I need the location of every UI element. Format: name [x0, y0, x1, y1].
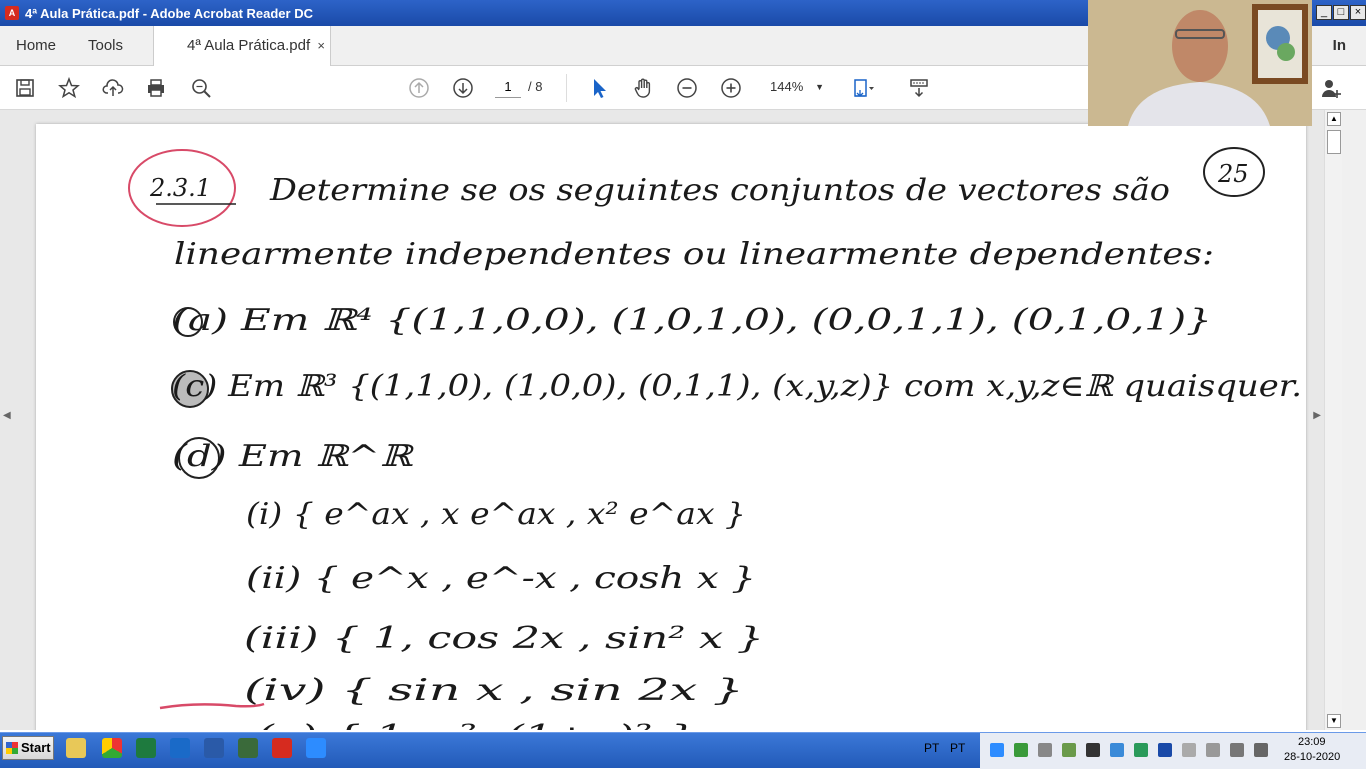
right-pane — [1342, 110, 1366, 730]
windows-logo-icon — [6, 742, 18, 754]
maximize-button[interactable]: □ — [1333, 5, 1349, 20]
excel-icon[interactable] — [136, 738, 156, 758]
volume-icon[interactable] — [1254, 743, 1268, 757]
exercise-number: 2.3.1 — [149, 174, 211, 202]
monitor-tray-icon[interactable] — [1086, 743, 1100, 757]
close-tab-icon[interactable]: × — [317, 26, 325, 66]
upload-cloud-icon[interactable] — [100, 75, 126, 101]
item-d-iv: (iv) { sin x , sin 2x } — [244, 673, 744, 708]
cloud-tray-icon[interactable] — [1110, 743, 1124, 757]
clock-time[interactable]: 23:09 — [1298, 736, 1326, 748]
add-user-icon[interactable] — [1318, 75, 1344, 101]
page-total: / 8 — [528, 79, 543, 94]
select-cursor-icon[interactable] — [586, 75, 612, 101]
vertical-scrollbar[interactable]: ▲ ▼ — [1324, 110, 1342, 730]
zoom-tray-icon[interactable] — [990, 743, 1004, 757]
green-app-tray-icon[interactable] — [1014, 743, 1028, 757]
page-marker: 25 — [1217, 160, 1249, 188]
network-tray-icon[interactable] — [1038, 743, 1052, 757]
tray-app-icon[interactable] — [1062, 743, 1076, 757]
save-icon[interactable] — [12, 75, 38, 101]
file-explorer-icon[interactable] — [66, 738, 86, 758]
previous-page-icon[interactable] — [406, 75, 432, 101]
item-d-i: (i) { e^ax , x e^ax , x² e^ax } — [246, 497, 746, 532]
search-zoom-icon[interactable] — [188, 75, 214, 101]
minimize-button[interactable]: _ — [1316, 5, 1332, 20]
right-panel-toggle-icon[interactable]: ▶ — [1313, 410, 1321, 421]
bluetooth-icon[interactable] — [1158, 743, 1172, 757]
zoom-level-dropdown[interactable]: 144% ▼ — [758, 76, 830, 98]
zoom-app-icon[interactable] — [306, 738, 326, 758]
tab-document[interactable]: 4ª Aula Prática.pdf × — [153, 26, 331, 66]
bookmark-star-icon[interactable] — [56, 75, 82, 101]
screen-recorder-icon[interactable] — [238, 738, 258, 758]
zoom-out-icon[interactable] — [674, 75, 700, 101]
close-window-button[interactable]: × — [1350, 5, 1366, 20]
taskbar: Start PT PT 23:09 28-10-2020 — [0, 732, 1366, 769]
zoom-level-value: 144% — [770, 79, 804, 94]
scroll-down-icon[interactable]: ▼ — [1327, 714, 1341, 728]
item-d-v: (v) { 1, x², (1+x)² } — [256, 719, 696, 730]
zoom-in-icon[interactable] — [718, 75, 744, 101]
left-panel-toggle-icon[interactable]: ◀ — [3, 410, 11, 421]
pdf-page: 2.3.1 25 Determine se os seguintes conju… — [36, 124, 1306, 730]
tab-document-label: 4ª Aula Prática.pdf — [187, 37, 311, 54]
outlook-icon[interactable] — [170, 738, 190, 758]
clock-date[interactable]: 28-10-2020 — [1284, 751, 1340, 763]
problem-line-1: Determine se os seguintes conjuntos de v… — [269, 173, 1170, 208]
problem-line-2: linearmente independentes ou linearmente… — [174, 237, 1214, 272]
flag-tray-icon[interactable] — [1182, 743, 1196, 757]
chevron-down-icon: ▼ — [815, 82, 824, 92]
print-icon[interactable] — [143, 75, 169, 101]
next-page-icon[interactable] — [450, 75, 476, 101]
acrobat-icon: A — [5, 6, 19, 20]
webcam-video — [1088, 0, 1312, 126]
item-d-iii: (iii) { 1, cos 2x , sin² x } — [244, 621, 764, 656]
keyboard-indicator[interactable]: PT — [950, 741, 965, 755]
scroll-up-icon[interactable]: ▲ — [1327, 112, 1341, 126]
acrobat-taskbar-icon[interactable] — [272, 738, 292, 758]
tab-tools[interactable]: Tools — [88, 26, 123, 66]
item-a: (a) Em ℝ⁴ {(1,1,0,0), (1,0,1,0), (0,0,1,… — [172, 303, 1212, 338]
item-c: (c) Em ℝ³ {(1,1,0), (1,0,0), (0,1,1), (x… — [172, 369, 1302, 404]
signal-icon[interactable] — [1230, 743, 1244, 757]
toolbar-divider — [566, 74, 567, 102]
window-controls: _ □ × — [1315, 5, 1366, 20]
hand-tool-icon[interactable] — [630, 75, 656, 101]
item-d: (d) Em ℝ^ℝ — [172, 439, 415, 474]
fit-page-icon[interactable] — [850, 75, 876, 101]
start-button[interactable]: Start — [2, 736, 54, 760]
sync-tray-icon[interactable] — [1134, 743, 1148, 757]
scroll-mode-icon[interactable] — [906, 75, 932, 101]
scrollbar-thumb[interactable] — [1327, 130, 1341, 154]
page-number-input[interactable] — [495, 76, 521, 98]
chrome-icon[interactable] — [102, 738, 122, 758]
word-icon[interactable] — [204, 738, 224, 758]
sign-in-link[interactable]: In — [1333, 26, 1346, 66]
document-viewport[interactable]: ◀ 2.3.1 25 Determine se os seguintes con… — [0, 110, 1324, 730]
handwritten-content: 2.3.1 25 Determine se os seguintes conju… — [128, 147, 1302, 730]
tab-home[interactable]: Home — [16, 26, 56, 66]
start-label: Start — [21, 740, 51, 755]
window-title: 4ª Aula Prática.pdf - Adobe Acrobat Read… — [25, 5, 313, 21]
language-indicator[interactable]: PT — [924, 741, 939, 755]
item-d-ii: (ii) { e^x , e^-x , cosh x } — [246, 561, 756, 596]
device-tray-icon[interactable] — [1206, 743, 1220, 757]
